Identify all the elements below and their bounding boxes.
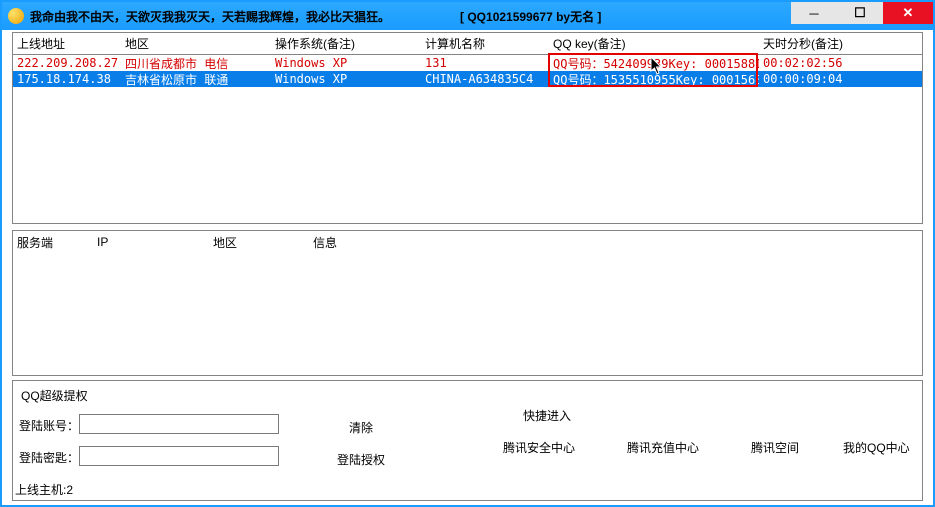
account-label: 登陆账号： [19, 417, 79, 434]
clear-button[interactable]: 清除 [349, 419, 373, 436]
servers-header-row: 服务端 IP 地区 信息 [13, 231, 922, 253]
app-icon [8, 8, 24, 24]
hosts-list[interactable]: 上线地址 地区 操作系统(备注) 计算机名称 QQ key(备注) 天时分秒(备… [12, 32, 923, 224]
cell-time: 00:00:09:04 [759, 72, 922, 86]
account-field[interactable] [79, 414, 279, 434]
cell-region: 四川省成都市 电信 [121, 55, 271, 72]
link-qzone[interactable]: 腾讯空间 [751, 439, 799, 456]
cell-os: Windows XP [271, 72, 421, 86]
cell-os: Windows XP [271, 56, 421, 70]
link-recharge-center[interactable]: 腾讯充值中心 [627, 439, 699, 456]
table-row[interactable]: 175.18.174.38 吉林省松原市 联通 Windows XP CHINA… [13, 71, 922, 87]
col-info[interactable]: 信息 [309, 234, 922, 251]
hosts-header-row: 上线地址 地区 操作系统(备注) 计算机名称 QQ key(备注) 天时分秒(备… [13, 33, 922, 55]
col-region[interactable]: 地区 [209, 234, 309, 251]
cell-qqkey: QQ号码：542409939Key: 000158810. [549, 55, 759, 72]
titlebar[interactable]: 我命由我不由天，天欲灭我我灭天，天若赐我辉煌，我必比天猖狂。 [ QQ10215… [2, 2, 933, 30]
qq-auth-panel: QQ超级提权 登陆账号： 登陆密匙： 清除 登陆授权 快捷进入 腾讯安全中心 腾… [12, 380, 923, 501]
cell-ip: 222.209.208.27 [13, 56, 121, 70]
servers-list[interactable]: 服务端 IP 地区 信息 [12, 230, 923, 376]
cell-host: CHINA-A634835C4 [421, 72, 549, 86]
close-button[interactable]: ✕ [883, 2, 933, 24]
window-title: 我命由我不由天，天欲灭我我灭天，天若赐我辉煌，我必比天猖狂。 [30, 8, 390, 25]
password-label: 登陆密匙： [19, 449, 79, 466]
link-security-center[interactable]: 腾讯安全中心 [503, 439, 575, 456]
cell-ip: 175.18.174.38 [13, 72, 121, 86]
client-area: 上线地址 地区 操作系统(备注) 计算机名称 QQ key(备注) 天时分秒(备… [6, 32, 929, 501]
col-time[interactable]: 天时分秒(备注) [759, 35, 922, 52]
cell-host: 131 [421, 56, 549, 70]
col-ip[interactable]: 上线地址 [13, 35, 121, 52]
col-ip[interactable]: IP [93, 235, 209, 249]
col-os[interactable]: 操作系统(备注) [271, 35, 421, 52]
link-my-qq-center[interactable]: 我的QQ中心 [843, 439, 910, 456]
app-window: 我命由我不由天，天欲灭我我灭天，天若赐我辉煌，我必比天猖狂。 [ QQ10215… [0, 0, 935, 507]
login-auth-button[interactable]: 登陆授权 [337, 451, 385, 468]
window-controls: ─ ☐ ✕ [791, 2, 933, 30]
panel-title: QQ超级提权 [21, 387, 88, 404]
col-server[interactable]: 服务端 [13, 234, 93, 251]
col-qqkey[interactable]: QQ key(备注) [549, 35, 759, 52]
password-field[interactable] [79, 446, 279, 466]
cell-region: 吉林省松原市 联通 [121, 71, 271, 88]
status-bar: 上线主机:2 [15, 481, 73, 498]
quick-entry-label: 快捷进入 [523, 407, 571, 424]
cell-time: 00:02:02:56 [759, 56, 922, 70]
minimize-button[interactable]: ─ [791, 2, 837, 24]
col-region[interactable]: 地区 [121, 35, 271, 52]
table-row[interactable]: 222.209.208.27 四川省成都市 电信 Windows XP 131 … [13, 55, 922, 71]
cell-qqkey: QQ号码：1535510955Key: 000156810. [549, 71, 759, 88]
col-host[interactable]: 计算机名称 [421, 35, 549, 52]
window-subtitle: [ QQ1021599677 by无名 ] [460, 8, 791, 25]
maximize-button[interactable]: ☐ [837, 2, 883, 24]
